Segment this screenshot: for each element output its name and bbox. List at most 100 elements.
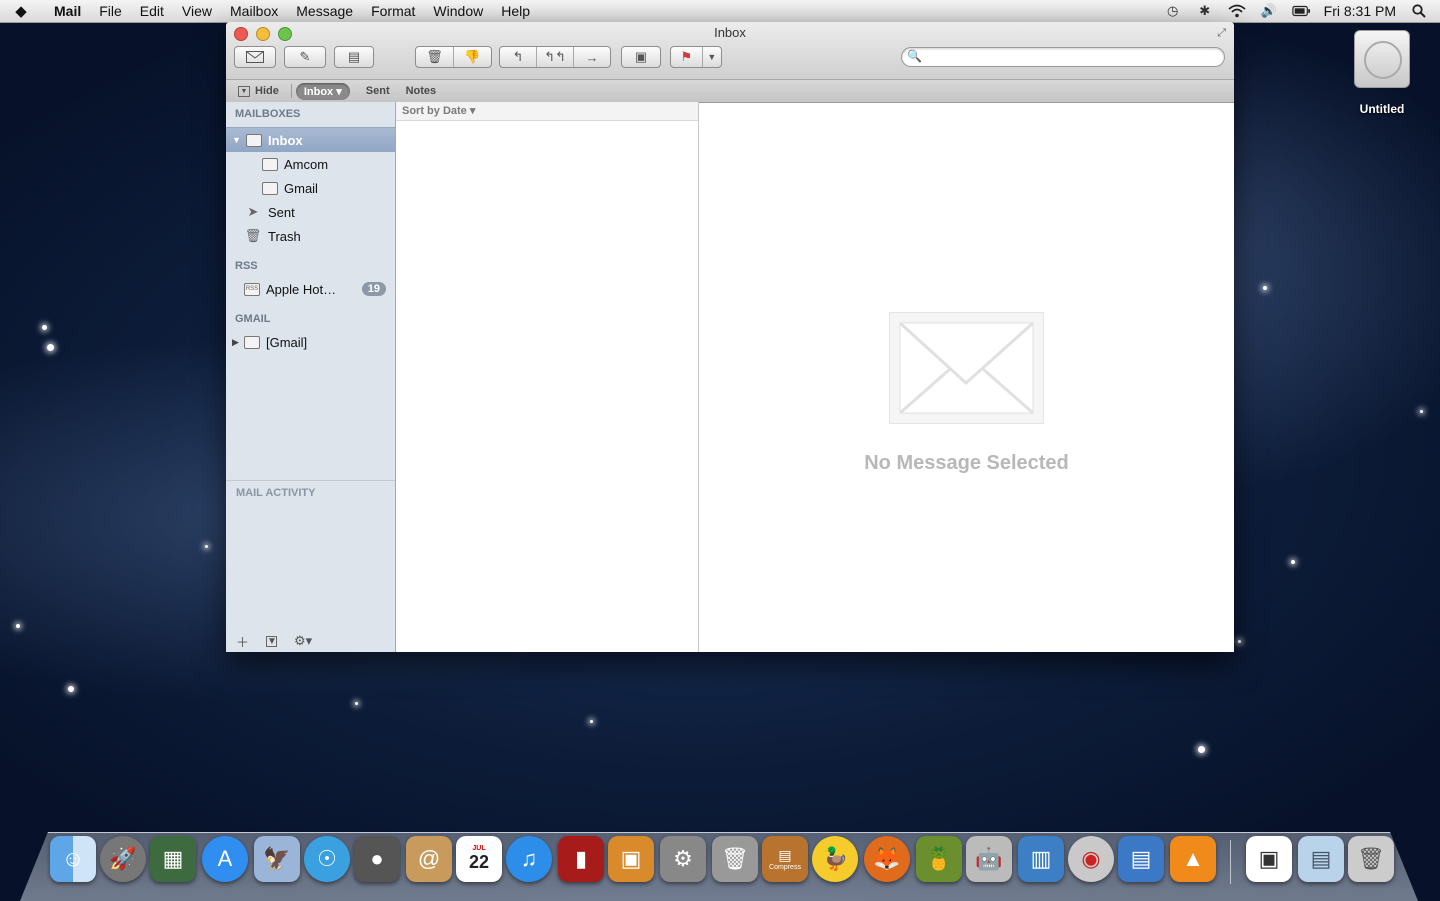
- dock-stack-documents[interactable]: ▤: [1298, 836, 1344, 882]
- menu-mail[interactable]: Mail: [42, 0, 90, 22]
- favorite-inbox[interactable]: Inbox ▾: [295, 82, 350, 100]
- hide-mailboxes-button[interactable]: ▼ Hide: [226, 85, 287, 97]
- dock-mission-control[interactable]: ▦: [150, 836, 196, 882]
- sidebar-item-trash[interactable]: 🗑 Trash: [226, 224, 395, 248]
- calendar-day: 22: [468, 852, 490, 872]
- desktop-drive[interactable]: Untitled: [1348, 30, 1416, 116]
- dock-cyberduck[interactable]: 🦆: [812, 836, 858, 882]
- star: [205, 545, 208, 548]
- sidebar-item-amcom[interactable]: Amcom: [226, 152, 395, 176]
- dock-preview[interactable]: 🦅: [254, 836, 300, 882]
- menu-bar: ◆ Mail File Edit View Mailbox Message Fo…: [0, 0, 1440, 23]
- reply-button[interactable]: ↰: [500, 47, 537, 67]
- star: [355, 702, 358, 705]
- message-viewer: No Message Selected: [699, 102, 1234, 652]
- sidebar-item-sent[interactable]: ➤ Sent: [226, 200, 395, 224]
- reply-all-button[interactable]: ↰↰: [537, 47, 574, 67]
- favorite-notes[interactable]: Notes: [398, 85, 445, 97]
- dock-trash[interactable]: 🗑: [1348, 836, 1394, 882]
- junk-button[interactable]: 👎: [454, 47, 491, 67]
- favorite-sent[interactable]: Sent: [358, 85, 398, 97]
- forward-icon: →: [585, 49, 599, 65]
- action-gear-icon[interactable]: ⚙▾: [294, 633, 312, 649]
- show-activity-button[interactable]: ▼: [266, 635, 278, 647]
- menu-message[interactable]: Message: [287, 0, 362, 22]
- add-mailbox-button[interactable]: ＋: [236, 632, 249, 651]
- dock-itunes[interactable]: ♫: [506, 836, 552, 882]
- sort-by-date-button[interactable]: Sort by Date ▾: [396, 102, 698, 121]
- dock-contacts[interactable]: @: [406, 836, 452, 882]
- dock-firefox[interactable]: 🦊: [864, 836, 910, 882]
- menu-format[interactable]: Format: [362, 0, 424, 22]
- battery-icon[interactable]: [1291, 4, 1310, 18]
- forward-button[interactable]: →: [574, 47, 610, 67]
- menu-view[interactable]: View: [173, 0, 221, 22]
- disclosure-triangle-icon[interactable]: ▼: [232, 135, 241, 145]
- sidebar-item-rss-feed[interactable]: RSS Apple Hot… 19: [226, 277, 395, 301]
- envelope-icon: [889, 312, 1044, 424]
- menu-mailbox[interactable]: Mailbox: [221, 0, 287, 22]
- favorites-bar: ▼ Hide Inbox ▾ Sent Notes: [226, 80, 1234, 103]
- disclosure-triangle-icon[interactable]: ▶: [232, 337, 239, 348]
- rss-icon: RSS: [244, 282, 260, 296]
- spotlight-icon[interactable]: [1410, 4, 1428, 18]
- star: [1420, 410, 1423, 413]
- message-list[interactable]: Sort by Date ▾: [396, 102, 699, 652]
- apple-menu-icon[interactable]: ◆: [0, 2, 42, 20]
- dock-finder[interactable]: ☺: [50, 836, 96, 882]
- sidebar-item-gmail[interactable]: Gmail: [226, 176, 395, 200]
- dock-iphoto[interactable]: ▣: [608, 836, 654, 882]
- archive-icon: ▣: [634, 49, 648, 64]
- dock-vlc[interactable]: ▲: [1170, 836, 1216, 882]
- archive-button[interactable]: ▣: [621, 46, 661, 68]
- dock-system-preferences[interactable]: ⚙: [660, 836, 706, 882]
- no-message-selected-label: No Message Selected: [864, 452, 1069, 474]
- dock-safari[interactable]: ☉: [304, 836, 350, 882]
- dock-launchpad[interactable]: 🚀: [100, 836, 146, 882]
- menu-help[interactable]: Help: [492, 0, 539, 22]
- star: [16, 624, 20, 628]
- get-mail-button[interactable]: [234, 46, 276, 68]
- sidebar-item-inbox[interactable]: ▼ Inbox: [226, 127, 395, 152]
- volume-icon[interactable]: 🔊: [1260, 3, 1278, 18]
- dock-archive-utility[interactable]: 🗑: [712, 836, 758, 882]
- folder-icon: [244, 335, 260, 349]
- sidebar-item-gmail-folder[interactable]: ▶ [Gmail]: [226, 330, 395, 354]
- star: [1198, 746, 1205, 753]
- dock-boot-camp[interactable]: ▥: [1018, 836, 1064, 882]
- dock-automator[interactable]: 🤖: [966, 836, 1012, 882]
- compose-button[interactable]: ✎: [284, 46, 326, 68]
- fullscreen-icon[interactable]: ⤢: [1217, 27, 1226, 40]
- inbox-icon: [262, 157, 278, 171]
- dock-preferences[interactable]: ▤: [1118, 836, 1164, 882]
- time-machine-icon[interactable]: ◷: [1164, 3, 1182, 18]
- dock-app-store[interactable]: A: [202, 836, 248, 882]
- notes-button[interactable]: ▤: [334, 46, 374, 68]
- flag-group: ⚑ ▼: [670, 46, 722, 68]
- menu-window[interactable]: Window: [424, 0, 492, 22]
- menu-clock[interactable]: Fri 8:31 PM: [1324, 3, 1396, 19]
- search-icon: 🔍: [907, 49, 922, 63]
- star: [1291, 560, 1295, 564]
- wifi-icon[interactable]: [1228, 4, 1246, 18]
- star: [68, 686, 74, 692]
- star: [1238, 640, 1241, 643]
- flag-menu-button[interactable]: ▼: [703, 47, 721, 67]
- hide-label: Hide: [255, 85, 279, 97]
- dock-calendar[interactable]: JUL 22: [456, 836, 502, 882]
- flag-button[interactable]: ⚑: [671, 47, 703, 67]
- delete-button[interactable]: 🗑: [416, 47, 454, 67]
- sidebar-item-label: [Gmail]: [266, 334, 308, 350]
- thumbs-down-icon: 👎: [464, 49, 481, 64]
- dock-cocktail[interactable]: 🍍: [916, 836, 962, 882]
- dock-disk-utility[interactable]: ◉: [1068, 836, 1114, 882]
- dock-stack-applications[interactable]: ▣: [1246, 836, 1292, 882]
- menu-edit[interactable]: Edit: [131, 0, 173, 22]
- trash-icon: 🗑: [244, 228, 262, 243]
- menu-file[interactable]: File: [90, 0, 131, 22]
- dock-facetime[interactable]: ●: [354, 836, 400, 882]
- search-input[interactable]: 🔍: [901, 47, 1225, 67]
- dock-compress[interactable]: ▤ Compress: [762, 836, 808, 882]
- dock-photo-booth[interactable]: ▮: [558, 836, 604, 882]
- bluetooth-icon[interactable]: ✱: [1196, 3, 1214, 18]
